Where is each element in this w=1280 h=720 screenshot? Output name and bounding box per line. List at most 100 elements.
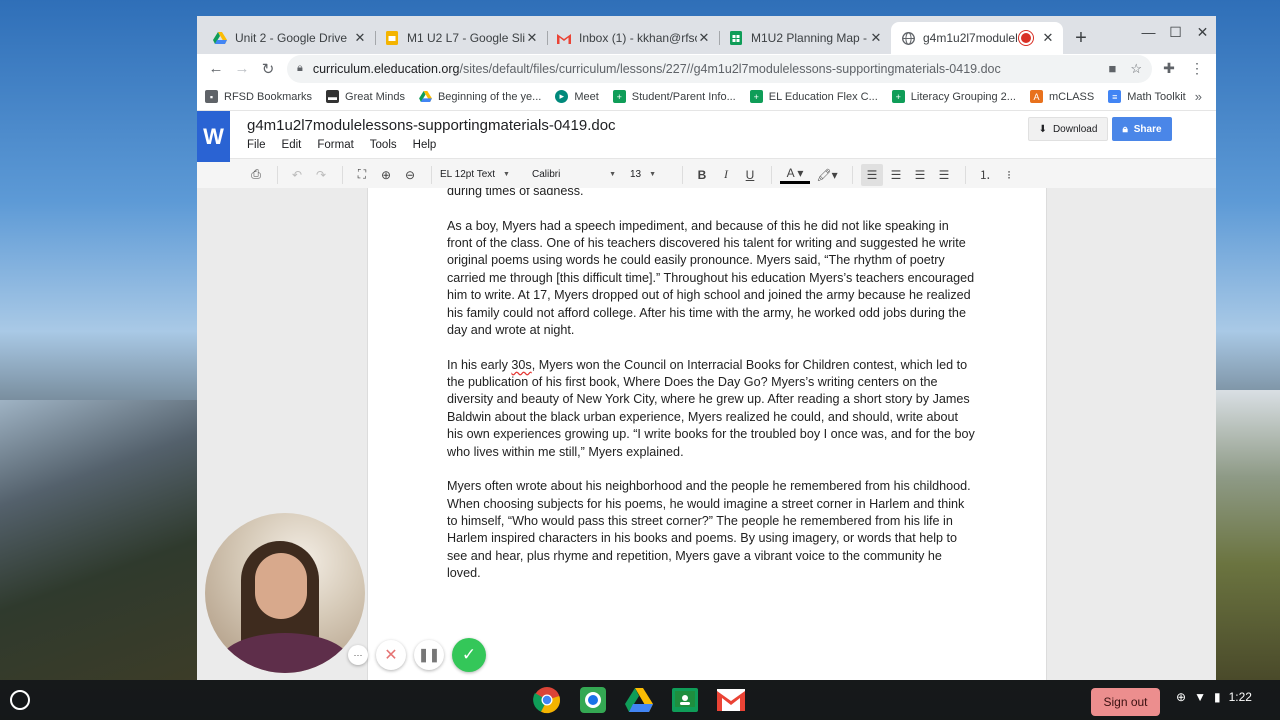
bookmark-literacy-grouping[interactable]: + Literacy Grouping 2...	[891, 90, 1016, 103]
menu-help[interactable]: Help	[413, 139, 437, 151]
paragraph-style-dropdown[interactable]: EL 12pt Text ▼	[440, 169, 518, 180]
tab-title: Unit 2 - Google Drive	[235, 31, 348, 45]
download-button[interactable]: ⬇ Download	[1028, 117, 1108, 141]
print-icon[interactable]: ⎙	[245, 164, 267, 186]
bulleted-list-icon[interactable]: ⁝	[998, 164, 1020, 186]
more-options-icon[interactable]: ⋯	[348, 645, 368, 665]
webcam-bubble[interactable]	[205, 513, 365, 673]
caret-down-icon: ▼	[649, 171, 657, 178]
tab-google-slides[interactable]: M1 U2 L7 - Google Slides ✕	[375, 22, 547, 54]
pause-recording-icon[interactable]: ❚❚	[414, 640, 444, 670]
bookmark-student-parent[interactable]: + Student/Parent Info...	[612, 90, 736, 103]
system-tray[interactable]: ⊕ ▼ ▮ 1:22	[1176, 690, 1252, 704]
tab-planning-map[interactable]: M1U2 Planning Map - Goo ✕	[719, 22, 891, 54]
bookmark-star-icon[interactable]: ☆	[1130, 61, 1142, 77]
bookmark-label: Student/Parent Info...	[631, 90, 736, 103]
sign-out-button[interactable]: Sign out	[1091, 688, 1160, 716]
bookmark-great-minds[interactable]: ▬ Great Minds	[326, 90, 405, 103]
gmail-app-icon[interactable]	[716, 685, 746, 715]
fit-page-icon[interactable]: ⛶	[351, 164, 373, 186]
drive-icon	[419, 90, 432, 103]
reload-icon[interactable]: ↻	[255, 56, 281, 82]
screencast-app-icon[interactable]	[578, 685, 608, 715]
minimize-icon[interactable]: —	[1135, 20, 1162, 44]
tab-document-active[interactable]: g4m1u2l7moduleless ✕	[891, 22, 1063, 54]
camera-icon[interactable]: ■	[1108, 61, 1116, 77]
partial-line: during times of sadness.	[447, 188, 584, 198]
zoom-out-icon[interactable]: ⊖	[399, 164, 421, 186]
highlight-color-icon[interactable]: 🖍︎▾	[812, 164, 842, 186]
bookmark-rfsd[interactable]: ▪ RFSD Bookmarks	[205, 90, 312, 103]
close-icon[interactable]: ✕	[697, 30, 711, 46]
underline-icon[interactable]: U	[739, 164, 761, 186]
menu-bar: File Edit Format Tools Help	[247, 139, 436, 151]
tab-strip: Unit 2 - Google Drive ✕ M1 U2 L7 - Googl…	[197, 16, 1216, 54]
numbered-list-icon[interactable]: ⒈	[974, 164, 996, 186]
google-drive-app-icon[interactable]	[624, 685, 654, 715]
align-justify-icon[interactable]: ☰	[933, 164, 955, 186]
bookmark-math-toolkit[interactable]: ≡ Math Toolkit	[1108, 90, 1186, 103]
paragraph-2: In his early 30s, Myers won the Council …	[447, 357, 975, 461]
tab-google-drive[interactable]: Unit 2 - Google Drive ✕	[203, 22, 375, 54]
launcher-icon[interactable]	[10, 690, 30, 710]
chrome-icon[interactable]	[532, 685, 562, 715]
close-icon[interactable]: ✕	[869, 30, 883, 46]
misspelled-word[interactable]: 30s	[511, 358, 531, 372]
zoom-in-icon[interactable]: ⊕	[375, 164, 397, 186]
tab-gmail-inbox[interactable]: Inbox (1) - kkhan@rfschoo ✕	[547, 22, 719, 54]
bookmark-meet[interactable]: ▸ Meet	[555, 90, 599, 103]
close-window-icon[interactable]: ✕	[1189, 20, 1216, 44]
undo-icon[interactable]: ↶	[286, 164, 308, 186]
close-icon[interactable]: ✕	[353, 30, 367, 46]
share-button[interactable]: 🔒︎ Share	[1112, 117, 1172, 141]
bookmark-mclass[interactable]: A mCLASS	[1029, 90, 1094, 103]
menu-tools[interactable]: Tools	[370, 139, 397, 151]
bookmark-el-education[interactable]: + EL Education Flex C...	[749, 90, 878, 103]
align-left-icon[interactable]: ☰	[861, 163, 883, 186]
bookmarks-overflow-icon[interactable]: »	[1195, 89, 1202, 104]
sheets-icon: +	[891, 90, 905, 103]
menu-kebab-icon[interactable]: ⋮	[1188, 60, 1206, 77]
chromeos-shelf	[0, 680, 1280, 720]
wallpaper-mountain-right	[1214, 390, 1280, 680]
url-host: curriculum.eleducation.org	[312, 61, 460, 76]
close-icon[interactable]: ✕	[1041, 30, 1055, 46]
document-page[interactable]: during times of sadness. As a boy, Myers…	[367, 188, 1047, 680]
align-right-icon[interactable]: ☰	[909, 164, 931, 186]
download-label: Download	[1052, 123, 1098, 135]
address-bar[interactable]: 🔒︎ curriculum.eleducation.org /sites/def…	[287, 54, 1152, 83]
bold-icon[interactable]: B	[691, 164, 713, 186]
forward-icon[interactable]: →	[229, 56, 255, 82]
bookmark-beginning[interactable]: Beginning of the ye...	[419, 90, 541, 103]
google-classroom-icon[interactable]	[670, 685, 700, 715]
menu-file[interactable]: File	[247, 139, 266, 151]
formatting-toolbar: ⎙ ↶ ↷ ⛶ ⊕ ⊖ EL 12pt Text ▼ Calibri ▼ 13 ▼ B…	[197, 158, 1216, 191]
text-color-icon[interactable]: A ▾	[780, 166, 810, 184]
menu-format[interactable]: Format	[317, 139, 353, 151]
italic-icon[interactable]: I	[715, 164, 737, 186]
divider	[342, 165, 343, 184]
new-tab-button[interactable]: +	[1067, 22, 1095, 54]
finish-recording-icon[interactable]: ✓	[452, 638, 486, 672]
document-title[interactable]: g4m1u2l7modulelessons-supportingmaterial…	[247, 117, 616, 134]
word-logo: W	[197, 111, 230, 162]
align-center-icon[interactable]: ☰	[885, 164, 907, 186]
redo-icon[interactable]: ↷	[310, 164, 332, 186]
back-icon[interactable]: ←	[203, 56, 229, 82]
font-dropdown[interactable]: Calibri ▼	[532, 169, 616, 180]
menu-edit[interactable]: Edit	[282, 139, 302, 151]
font-size-dropdown[interactable]: 13 ▼	[630, 169, 660, 180]
gmail-icon	[557, 31, 571, 45]
lock-icon[interactable]: 🔒︎	[297, 62, 303, 75]
extensions-puzzle-icon[interactable]: ✚	[1160, 60, 1178, 77]
bookmarks-bar: ▪ RFSD Bookmarks ▬ Great Minds Beginning…	[197, 83, 1216, 110]
close-icon[interactable]: ✕	[525, 30, 539, 46]
recording-controls: ⋯ ✕ ❚❚ ✓	[348, 638, 486, 672]
bookmark-label: Math Toolkit	[1127, 90, 1186, 103]
folder-icon: ▪	[205, 90, 218, 103]
style-value: EL 12pt Text	[440, 169, 496, 180]
cancel-recording-icon[interactable]: ✕	[376, 640, 406, 670]
download-icon: ⬇	[1038, 123, 1047, 135]
maximize-icon[interactable]: ☐	[1162, 20, 1189, 44]
add-circle-icon[interactable]: ⊕	[1176, 690, 1186, 704]
